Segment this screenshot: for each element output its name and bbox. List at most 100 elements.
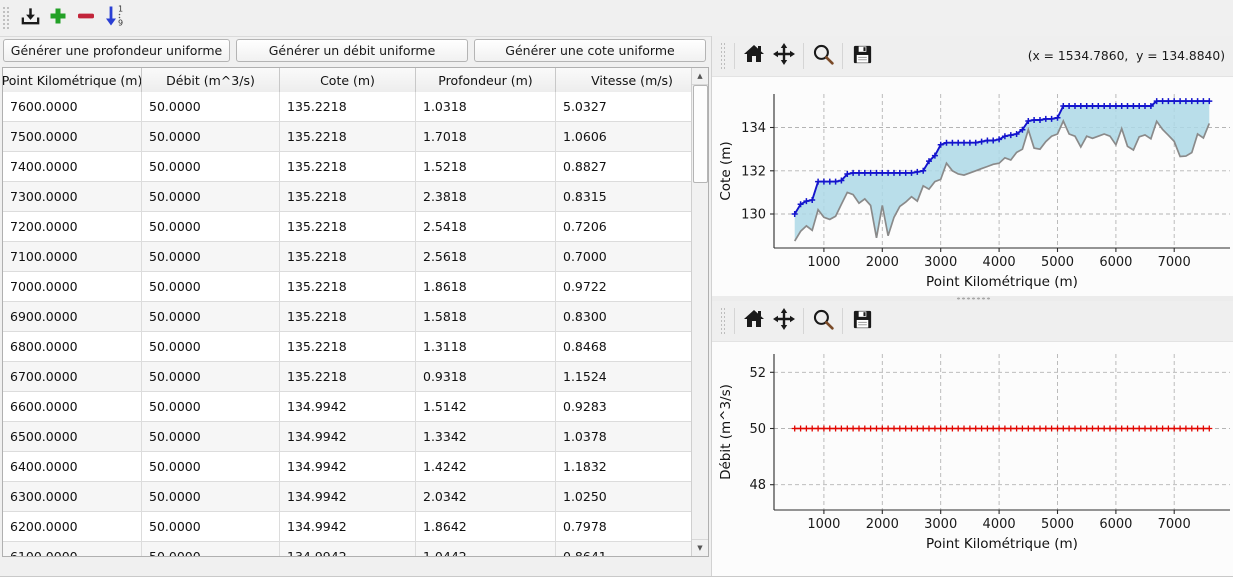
column-header[interactable]: Point Kilométrique (m): [3, 68, 142, 92]
cell-debit[interactable]: 50.0000: [142, 152, 280, 181]
table-row[interactable]: 6600.0000 50.0000 134.9942 1.5142 0.9283: [3, 392, 691, 422]
home-button[interactable]: [739, 41, 769, 71]
cell-vitesse[interactable]: 0.7978: [556, 512, 691, 541]
cell-pk[interactable]: 7500.0000: [3, 122, 142, 151]
scroll-down-arrow[interactable]: ▼: [692, 539, 708, 556]
cell-profondeur[interactable]: 0.9318: [416, 362, 556, 391]
cell-profondeur[interactable]: 1.5818: [416, 302, 556, 331]
cell-cote[interactable]: 134.9942: [280, 452, 416, 481]
cell-pk[interactable]: 6900.0000: [3, 302, 142, 331]
cell-vitesse[interactable]: 5.0327: [556, 92, 691, 121]
cell-vitesse[interactable]: 1.0250: [556, 482, 691, 511]
cell-cote[interactable]: 134.9942: [280, 542, 416, 556]
save-button[interactable]: [847, 41, 877, 71]
column-header[interactable]: Profondeur (m): [416, 68, 556, 92]
column-header[interactable]: Cote (m): [280, 68, 416, 92]
cell-vitesse[interactable]: 0.7206: [556, 212, 691, 241]
cell-pk[interactable]: 7300.0000: [3, 182, 142, 211]
table-row[interactable]: 6500.0000 50.0000 134.9942 1.3342 1.0378: [3, 422, 691, 452]
cell-pk[interactable]: 6100.0000: [3, 542, 142, 556]
pan-button[interactable]: [769, 41, 799, 71]
cell-vitesse[interactable]: 1.0606: [556, 122, 691, 151]
cell-vitesse[interactable]: 1.1524: [556, 362, 691, 391]
cell-profondeur[interactable]: 1.4242: [416, 452, 556, 481]
generate-cote-button[interactable]: Générer une cote uniforme: [474, 39, 706, 62]
cell-vitesse[interactable]: 0.9283: [556, 392, 691, 421]
column-header[interactable]: Débit (m^3/s): [142, 68, 280, 92]
table-row[interactable]: 6400.0000 50.0000 134.9942 1.4242 1.1832: [3, 452, 691, 482]
cell-vitesse[interactable]: 0.9722: [556, 272, 691, 301]
cell-profondeur[interactable]: 1.5218: [416, 152, 556, 181]
zoom-button[interactable]: [808, 41, 838, 71]
pan-button[interactable]: [769, 306, 799, 336]
cell-pk[interactable]: 6800.0000: [3, 332, 142, 361]
table-row[interactable]: 7300.0000 50.0000 135.2218 2.3818 0.8315: [3, 182, 691, 212]
cell-cote[interactable]: 135.2218: [280, 212, 416, 241]
scroll-up-arrow[interactable]: ▲: [692, 68, 708, 85]
plot-toolbar-grip[interactable]: [720, 42, 726, 70]
cell-pk[interactable]: 7200.0000: [3, 212, 142, 241]
cell-profondeur[interactable]: 1.0442: [416, 542, 556, 556]
cell-pk[interactable]: 7600.0000: [3, 92, 142, 121]
vertical-scrollbar[interactable]: ▲ ▼: [691, 68, 708, 556]
cell-cote[interactable]: 134.9942: [280, 482, 416, 511]
column-header[interactable]: Vitesse (m/s): [556, 68, 708, 92]
cell-profondeur[interactable]: 1.3342: [416, 422, 556, 451]
table-row[interactable]: 6700.0000 50.0000 135.2218 0.9318 1.1524: [3, 362, 691, 392]
cell-pk[interactable]: 6200.0000: [3, 512, 142, 541]
cell-profondeur[interactable]: 1.8618: [416, 272, 556, 301]
table-row[interactable]: 7600.0000 50.0000 135.2218 1.0318 5.0327: [3, 92, 691, 122]
cell-profondeur[interactable]: 1.0318: [416, 92, 556, 121]
cell-profondeur[interactable]: 2.0342: [416, 482, 556, 511]
table-row[interactable]: 6900.0000 50.0000 135.2218 1.5818 0.8300: [3, 302, 691, 332]
cell-vitesse[interactable]: 0.8315: [556, 182, 691, 211]
cell-cote[interactable]: 134.9942: [280, 422, 416, 451]
table-row[interactable]: 7200.0000 50.0000 135.2218 2.5418 0.7206: [3, 212, 691, 242]
cell-profondeur[interactable]: 2.3818: [416, 182, 556, 211]
cell-cote[interactable]: 135.2218: [280, 122, 416, 151]
cell-debit[interactable]: 50.0000: [142, 452, 280, 481]
table-row[interactable]: 7000.0000 50.0000 135.2218 1.8618 0.9722: [3, 272, 691, 302]
cell-profondeur[interactable]: 2.5418: [416, 212, 556, 241]
cell-vitesse[interactable]: 1.1832: [556, 452, 691, 481]
cell-cote[interactable]: 134.9942: [280, 392, 416, 421]
cell-debit[interactable]: 50.0000: [142, 422, 280, 451]
cell-profondeur[interactable]: 1.3118: [416, 332, 556, 361]
cell-profondeur[interactable]: 2.5618: [416, 242, 556, 271]
table-row[interactable]: 7100.0000 50.0000 135.2218 2.5618 0.7000: [3, 242, 691, 272]
cell-cote[interactable]: 135.2218: [280, 242, 416, 271]
debit-chart[interactable]: 1000200030004000500060007000485052Point …: [712, 342, 1233, 557]
cell-pk[interactable]: 7100.0000: [3, 242, 142, 271]
cell-pk[interactable]: 7400.0000: [3, 152, 142, 181]
cell-vitesse[interactable]: 0.8468: [556, 332, 691, 361]
cell-cote[interactable]: 135.2218: [280, 302, 416, 331]
cell-debit[interactable]: 50.0000: [142, 122, 280, 151]
remove-row-button[interactable]: [72, 4, 100, 32]
cell-cote[interactable]: 135.2218: [280, 92, 416, 121]
cell-debit[interactable]: 50.0000: [142, 92, 280, 121]
table-row[interactable]: 7500.0000 50.0000 135.2218 1.7018 1.0606: [3, 122, 691, 152]
cell-cote[interactable]: 135.2218: [280, 152, 416, 181]
cote-chart[interactable]: 1000200030004000500060007000130132134Poi…: [712, 77, 1233, 296]
cell-debit[interactable]: 50.0000: [142, 272, 280, 301]
cell-vitesse[interactable]: 0.8300: [556, 302, 691, 331]
table-row[interactable]: 6100.0000 50.0000 134.9942 1.0442 0.8641: [3, 542, 691, 556]
cell-cote[interactable]: 135.2218: [280, 272, 416, 301]
cell-debit[interactable]: 50.0000: [142, 302, 280, 331]
cell-debit[interactable]: 50.0000: [142, 392, 280, 421]
cell-debit[interactable]: 50.0000: [142, 332, 280, 361]
cell-debit[interactable]: 50.0000: [142, 362, 280, 391]
cell-pk[interactable]: 7000.0000: [3, 272, 142, 301]
cell-debit[interactable]: 50.0000: [142, 212, 280, 241]
cell-vitesse[interactable]: 1.0378: [556, 422, 691, 451]
plot-toolbar-grip[interactable]: [720, 307, 726, 335]
cell-vitesse[interactable]: 0.8827: [556, 152, 691, 181]
table-row[interactable]: 7400.0000 50.0000 135.2218 1.5218 0.8827: [3, 152, 691, 182]
cell-pk[interactable]: 6300.0000: [3, 482, 142, 511]
zoom-button[interactable]: [808, 306, 838, 336]
cell-debit[interactable]: 50.0000: [142, 542, 280, 556]
cell-profondeur[interactable]: 1.8642: [416, 512, 556, 541]
generate-debit-button[interactable]: Générer un débit uniforme: [236, 39, 468, 62]
scrollbar-thumb[interactable]: [693, 85, 708, 183]
cell-pk[interactable]: 6700.0000: [3, 362, 142, 391]
